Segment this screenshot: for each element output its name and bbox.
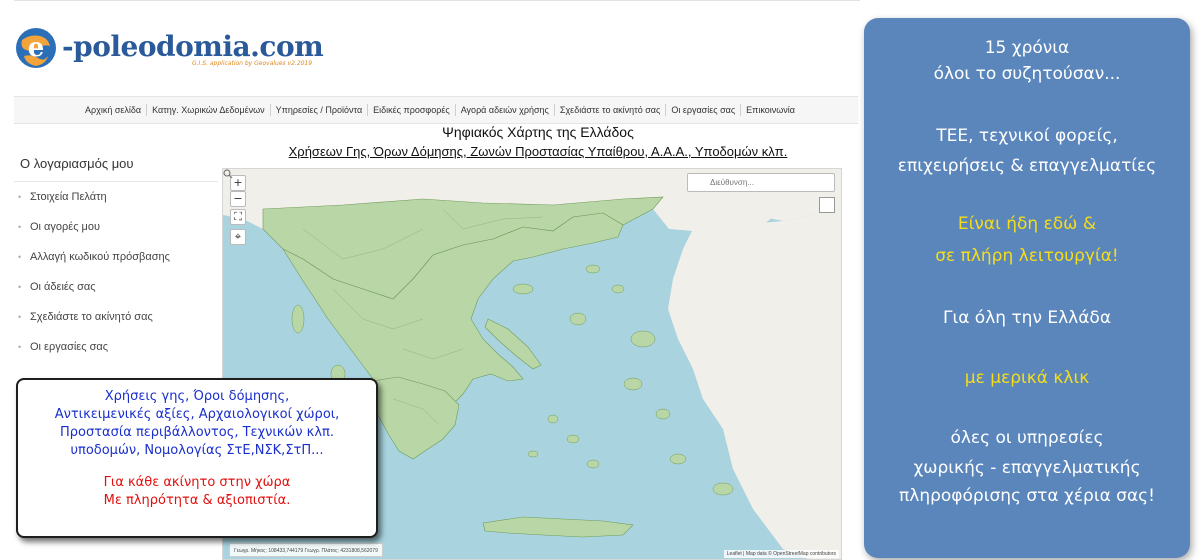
search-icon — [223, 169, 233, 179]
bullet-icon: • — [18, 252, 22, 262]
locate-pin-icon[interactable]: ⌖ — [230, 229, 246, 245]
account-item-customer-details[interactable]: • Στοιχεία Πελάτη — [14, 182, 218, 212]
bullet-icon: • — [18, 282, 22, 292]
account-item-label: Οι εργασίες σας — [30, 341, 109, 353]
layers-toggle-icon[interactable] — [819, 197, 835, 213]
promo-highlight-line: Είναι ήδη εδώ & — [957, 214, 1097, 234]
map-land-turkey — [668, 209, 841, 559]
account-item-design-property[interactable]: • Σχεδιάστε το ακίνητό σας — [14, 302, 218, 332]
fullscreen-icon[interactable]: ⛶ — [230, 209, 246, 225]
nav-design-property[interactable]: Σχεδιάστε το ακίνητό σας — [555, 104, 667, 116]
promo-panel: 15 χρόνια όλοι το συζητούσαν... ΤΕΕ, τεχ… — [864, 18, 1190, 558]
nav-special-offers[interactable]: Ειδικές προσφορές — [368, 104, 456, 116]
promo-line: όλοι το συζητούσαν... — [933, 64, 1121, 84]
coordinates-readout: Γεωγρ. Μήκος: 108433,744179 Γεωγρ. Πλάτο… — [229, 543, 383, 557]
logo-letter: e — [28, 33, 45, 63]
address-search-input[interactable] — [687, 173, 835, 192]
top-divider — [14, 0, 860, 1]
bullet-icon: • — [18, 222, 22, 232]
nav-your-jobs[interactable]: Οι εργασίες σας — [666, 104, 742, 116]
account-item-my-purchases[interactable]: • Οι αγορές μου — [14, 212, 218, 242]
logo-text: -poleodomia.com — [62, 30, 324, 63]
promo-highlight-line: με μερικά κλικ — [964, 368, 1090, 388]
callout-line: υποδομών, Νομολογίας ΣτΕ,ΝΣΚ,ΣτΠ... — [70, 443, 324, 458]
bullet-icon: • — [18, 342, 22, 352]
account-item-change-password[interactable]: • Αλλαγή κωδικού πρόσβασης — [14, 242, 218, 272]
account-item-label: Οι άδειές σας — [30, 281, 96, 293]
main-navigation: Αρχική σελίδα Κατηγ. Χωρικών Δεδομένων Υ… — [14, 96, 858, 124]
account-item-label: Αλλαγή κωδικού πρόσβασης — [30, 251, 170, 263]
callout-highlight-line: Με πληρότητα & αξιοπιστία. — [103, 493, 291, 508]
globe-logo-icon: e — [16, 28, 56, 68]
logo-subtitle: G.I.S. application by Geovalues v2.2019 — [192, 60, 313, 67]
callout-line: Χρήσεις γης, Όροι δόμησης, — [104, 389, 290, 404]
map-subtitle: Χρήσεων Γης, Όρων Δόμησης, Ζωνών Προστασ… — [288, 144, 788, 159]
promo-highlight-line: σε πλήρη λειτουργία! — [935, 246, 1119, 266]
callout-line: Αντικειμενικές αξίες, Αρχαιολογικοί χώρο… — [54, 407, 340, 422]
account-item-label: Οι αγορές μου — [30, 221, 101, 233]
zoom-out-button[interactable]: − — [230, 191, 246, 207]
account-item-your-licenses[interactable]: • Οι άδειές σας — [14, 272, 218, 302]
map-title: Ψηφιακός Χάρτης της Ελλάδος — [442, 124, 634, 140]
nav-services-products[interactable]: Υπηρεσίες / Προϊόντα — [271, 104, 369, 116]
website-screenshot: e -poleodomia.com G.I.S. application by … — [0, 0, 860, 560]
promo-line: 15 χρόνια — [984, 38, 1070, 58]
promo-line: πληροφόρισης στα χέρια σας! — [899, 486, 1155, 506]
promo-line: επιχειρήσεις & επαγγελματίες — [897, 156, 1157, 176]
stage: { "logo": { "text": "-poleodomia.com", "… — [0, 0, 1200, 560]
account-item-label: Στοιχεία Πελάτη — [30, 191, 107, 203]
map-land-crete — [482, 516, 634, 538]
promo-line: ΤΕΕ, τεχνικοί φορείς, — [936, 126, 1118, 146]
account-item-your-jobs[interactable]: • Οι εργασίες σας — [14, 332, 218, 362]
promo-line: Για όλη την Ελλάδα — [942, 308, 1112, 328]
map-attribution[interactable]: Leaflet | Map data © OpenStreetMap contr… — [723, 550, 839, 558]
account-sidebar: Ο λογαριασμός μου • Στοιχεία Πελάτη • Οι α… — [14, 150, 218, 362]
nav-buy-licenses[interactable]: Αγορά αδειών χρήσης — [456, 104, 555, 116]
nav-spatial-data-categories[interactable]: Κατηγ. Χωρικών Δεδομένων — [147, 104, 271, 116]
account-title: Ο λογαριασμός μου — [14, 150, 218, 182]
callout-line: Προστασία περιβάλλοντος, Τεχνικών κλπ. — [60, 425, 334, 440]
account-item-label: Σχεδιάστε το ακίνητό σας — [30, 311, 153, 323]
nav-contact[interactable]: Επικοινωνία — [741, 104, 800, 116]
promo-line: χωρικής - επαγγελματικής — [913, 458, 1141, 478]
promo-line: όλες οι υπηρεσίες — [950, 428, 1104, 448]
bullet-icon: • — [18, 192, 22, 202]
features-callout: Χρήσεις γης, Όροι δόμησης, Αντικειμενικέ… — [16, 378, 378, 538]
bullet-icon: • — [18, 312, 22, 322]
site-logo[interactable]: e -poleodomia.com G.I.S. application by … — [14, 24, 324, 74]
callout-highlight-line: Για κάθε ακίνητο στην χώρα — [103, 475, 291, 490]
nav-home[interactable]: Αρχική σελίδα — [80, 104, 148, 116]
